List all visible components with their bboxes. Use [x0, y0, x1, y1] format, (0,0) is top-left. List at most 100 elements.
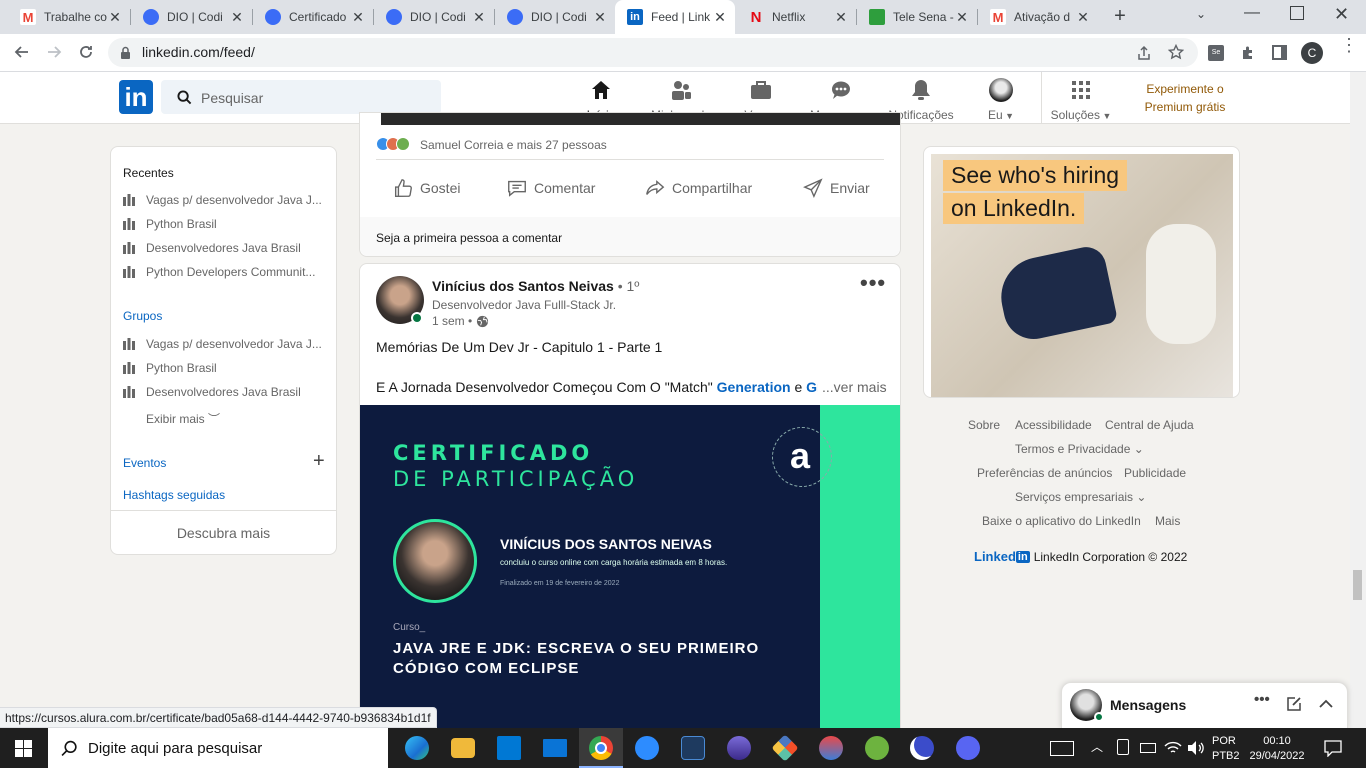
like-button[interactable]: Gostei — [392, 177, 460, 199]
mail-icon[interactable] — [543, 739, 567, 757]
ad-card[interactable]: See who's hiring on LinkedIn. — [923, 146, 1240, 398]
footer-link-business[interactable]: Serviços empresariais ⌄ — [1015, 490, 1146, 504]
scrollbar-thumb[interactable] — [1353, 570, 1362, 600]
browser-tab[interactable]: N Netflix ✕ — [736, 0, 856, 34]
compose-message-icon[interactable] — [1286, 696, 1302, 712]
taskview-news-icon[interactable] — [1050, 741, 1074, 756]
close-tab-icon[interactable]: ✕ — [955, 9, 969, 26]
close-tab-icon[interactable]: ✕ — [1076, 9, 1090, 26]
file-explorer-icon[interactable] — [451, 738, 475, 758]
premium-trial-link[interactable]: Experimente o Premium grátis — [1130, 80, 1240, 116]
footer-link-about[interactable]: Sobre — [968, 418, 1000, 432]
nav-me[interactable]: Eu ▼ — [961, 72, 1041, 124]
group-item[interactable]: Desenvolvedores Java Brasil — [123, 380, 323, 404]
chevron-up-icon[interactable]: ︿ — [1091, 738, 1103, 755]
edge-icon[interactable] — [405, 736, 429, 760]
reaction-icons[interactable] — [376, 137, 410, 151]
zoom-icon[interactable] — [635, 736, 659, 760]
app-moon-icon[interactable] — [910, 736, 934, 760]
side-panel-icon[interactable] — [1272, 45, 1287, 60]
input-language[interactable]: POR PTB2 — [1212, 734, 1240, 764]
footer-link-more[interactable]: Mais — [1155, 514, 1180, 528]
recent-item[interactable]: Python Developers Communit... — [123, 260, 323, 284]
add-event-icon[interactable]: + — [313, 450, 325, 473]
reload-button[interactable] — [72, 38, 100, 66]
browser-tab[interactable]: M Ativação d ✕ — [978, 0, 1098, 34]
forward-button[interactable] — [40, 38, 68, 66]
browser-tab-active[interactable]: in Feed | Link ✕ — [615, 0, 735, 34]
address-bar[interactable]: linkedin.com/feed/ — [108, 38, 1198, 67]
puzzle-extensions-icon[interactable] — [1240, 45, 1256, 61]
tab-search-icon[interactable]: ⌄ — [1196, 7, 1214, 25]
show-more-button[interactable]: Exibir mais ︶ — [146, 410, 220, 427]
browser-tab[interactable]: DIO | Codi ✕ — [131, 0, 252, 34]
group-item[interactable]: Vagas p/ desenvolvedor Java J... — [123, 332, 323, 356]
browser-tab[interactable]: DIO | Codi ✕ — [495, 0, 615, 34]
recent-item[interactable]: Vagas p/ desenvolvedor Java J... — [123, 188, 323, 212]
events-link[interactable]: Eventos — [123, 456, 166, 470]
recent-item[interactable]: Desenvolvedores Java Brasil — [123, 236, 323, 260]
vscode-icon[interactable] — [681, 736, 705, 760]
close-window-button[interactable]: ✕ — [1334, 4, 1354, 28]
close-tab-icon[interactable]: ✕ — [593, 9, 607, 26]
clock[interactable]: 00:10 29/04/2022 — [1246, 734, 1308, 764]
bookmark-star-icon[interactable] — [1168, 44, 1184, 60]
close-tab-icon[interactable]: ✕ — [472, 9, 486, 26]
send-button[interactable]: Enviar — [802, 177, 870, 199]
chevron-up-icon[interactable] — [1318, 696, 1334, 712]
messaging-overlay[interactable]: Mensagens ••• — [1061, 682, 1348, 728]
eclipse-icon[interactable] — [727, 736, 751, 760]
browser-tab[interactable]: Tele Sena - ✕ — [857, 0, 977, 34]
search-box[interactable]: Pesquisar — [161, 80, 441, 114]
nav-solutions[interactable]: Soluções ▼ — [1041, 72, 1121, 124]
close-tab-icon[interactable]: ✕ — [351, 9, 365, 26]
reactions-count[interactable]: Samuel Correia e mais 27 pessoas — [420, 138, 607, 152]
recent-item[interactable]: Python Brasil — [123, 212, 323, 236]
extension-se-icon[interactable]: Se — [1208, 45, 1224, 61]
spring-icon[interactable] — [865, 736, 889, 760]
notification-center-icon[interactable] — [1324, 740, 1342, 757]
share-icon[interactable] — [1136, 45, 1152, 61]
author-name-row[interactable]: Vinícius dos Santos Neivas • 1º — [432, 278, 639, 294]
restore-window-button[interactable] — [1290, 6, 1304, 20]
close-tab-icon[interactable]: ✕ — [713, 9, 727, 26]
footer-link-ad-prefs[interactable]: Preferências de anúncios — [977, 466, 1112, 480]
battery-icon[interactable] — [1140, 743, 1156, 753]
browser-tab[interactable]: M Trabalhe co ✕ — [8, 0, 130, 34]
comment-button[interactable]: Comentar — [506, 177, 595, 199]
linkedin-logo[interactable]: in — [119, 80, 153, 114]
chrome-taskbar-button[interactable] — [579, 728, 623, 768]
group-item[interactable]: Python Brasil — [123, 356, 323, 380]
wifi-icon[interactable] — [1164, 740, 1182, 756]
device-icon[interactable] — [1117, 739, 1129, 755]
footer-link-help[interactable]: Central de Ajuda — [1105, 418, 1194, 432]
close-tab-icon[interactable]: ✕ — [834, 9, 848, 26]
footer-link-terms[interactable]: Termos e Privacidade ⌄ — [1015, 442, 1144, 456]
new-tab-button[interactable]: + — [1108, 6, 1132, 28]
minimize-window-button[interactable]: — — [1244, 4, 1264, 28]
footer-link-app[interactable]: Baixe o aplicativo do LinkedIn — [982, 514, 1141, 528]
app-icon[interactable] — [819, 736, 843, 760]
messaging-options-icon[interactable]: ••• — [1254, 691, 1270, 708]
generation-mention-link[interactable]: Generation — [717, 379, 791, 395]
footer-link-accessibility[interactable]: Acessibilidade — [1015, 418, 1092, 432]
groups-link[interactable]: Grupos — [123, 309, 162, 323]
discover-more-button[interactable]: Descubra mais — [111, 525, 336, 541]
back-button[interactable] — [8, 38, 36, 66]
discord-icon[interactable] — [956, 736, 980, 760]
share-button[interactable]: Compartilhar — [644, 177, 752, 199]
search-input[interactable]: Pesquisar — [201, 90, 263, 106]
close-tab-icon[interactable]: ✕ — [230, 9, 244, 26]
page-scrollbar[interactable] — [1350, 72, 1366, 728]
windows-start-icon[interactable] — [15, 740, 32, 757]
certificate-image[interactable]: CERTIFICADO DE PARTICIPAÇÃO a VINÍCIUS D… — [360, 405, 900, 732]
volume-icon[interactable] — [1187, 740, 1205, 756]
profile-avatar[interactable]: C — [1301, 42, 1323, 64]
close-tab-icon[interactable]: ✕ — [108, 9, 122, 26]
see-more-button[interactable]: ...ver mais — [818, 379, 887, 395]
hashtags-link[interactable]: Hashtags seguidas — [123, 488, 225, 502]
browser-menu-icon[interactable]: ⋮ — [1340, 36, 1358, 60]
browser-tab[interactable]: Certificado ✕ — [253, 0, 373, 34]
footer-link-advertising[interactable]: Publicidade — [1124, 466, 1186, 480]
store-icon[interactable] — [497, 736, 521, 760]
